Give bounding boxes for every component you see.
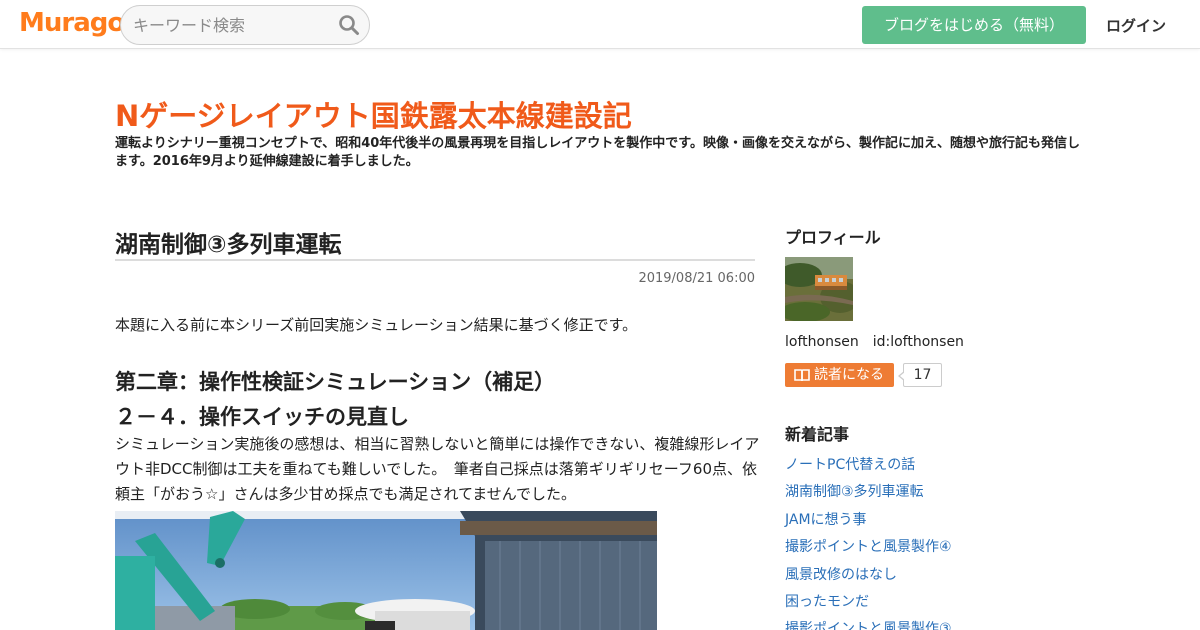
recent-post-link[interactable]: 困ったモンだ	[785, 591, 1085, 618]
book-icon	[794, 369, 810, 382]
recent-post-link[interactable]: 撮影ポイントと風景製作③	[785, 618, 1085, 630]
article-paragraph: シミュレーション実施後の感想は、相当に習熟しないと簡単には操作できない、複雑線形…	[115, 435, 760, 503]
article-intro: 本題に入る前に本シリーズ前回実施シミュレーション結果に基づく修正です。	[115, 316, 638, 334]
recent-posts-heading: 新着記事	[785, 425, 850, 444]
subscribe-label: 読者になる	[814, 367, 884, 383]
title-divider	[115, 259, 755, 261]
subsection-heading: ２－４．操作スイッチの見直し	[115, 405, 409, 429]
search-icon[interactable]	[338, 14, 360, 36]
profile-heading: プロフィール	[785, 228, 881, 247]
login-link[interactable]: ログイン	[1106, 15, 1166, 36]
recent-post-link[interactable]: ノートPC代替えの話	[785, 454, 1085, 481]
recent-post-link[interactable]: JAMに想う事	[785, 509, 1085, 536]
top-navbar: Muragon ブログをはじめる（無料） ログイン	[0, 0, 1200, 49]
search-input[interactable]	[133, 14, 333, 36]
search-box[interactable]	[120, 5, 370, 45]
article-date: 2019/08/21 06:00	[638, 271, 755, 286]
recent-post-link[interactable]: 撮影ポイントと風景製作④	[785, 536, 1085, 563]
blog-description: 運転よりシナリー重視コンセプトで、昭和40年代後半の風景再現を目指しレイアウトを…	[115, 136, 1081, 169]
recent-post-link[interactable]: 風景改修のはなし	[785, 564, 1085, 591]
subscribe-button[interactable]: 読者になる	[785, 363, 894, 387]
recent-post-link[interactable]: 湖南制御③多列車運転	[785, 481, 1085, 508]
article-photo[interactable]	[115, 511, 657, 630]
avatar[interactable]	[785, 257, 853, 321]
start-blog-button[interactable]: ブログをはじめる（無料）	[862, 6, 1086, 44]
section-heading: 第二章：操作性検証シミュレーション（補足）	[115, 370, 556, 394]
profile-username[interactable]: lofthonsen id:lofthonsen	[785, 331, 964, 351]
blog-title[interactable]: Nゲージレイアウト国鉄露太本線建設記	[115, 93, 632, 135]
article-title[interactable]: 湖南制御③多列車運転	[115, 225, 341, 259]
reader-count-badge: 17	[898, 363, 942, 387]
recent-posts-list: ノートPC代替えの話 湖南制御③多列車運転 JAMに想う事 撮影ポイントと風景製…	[785, 454, 1085, 630]
